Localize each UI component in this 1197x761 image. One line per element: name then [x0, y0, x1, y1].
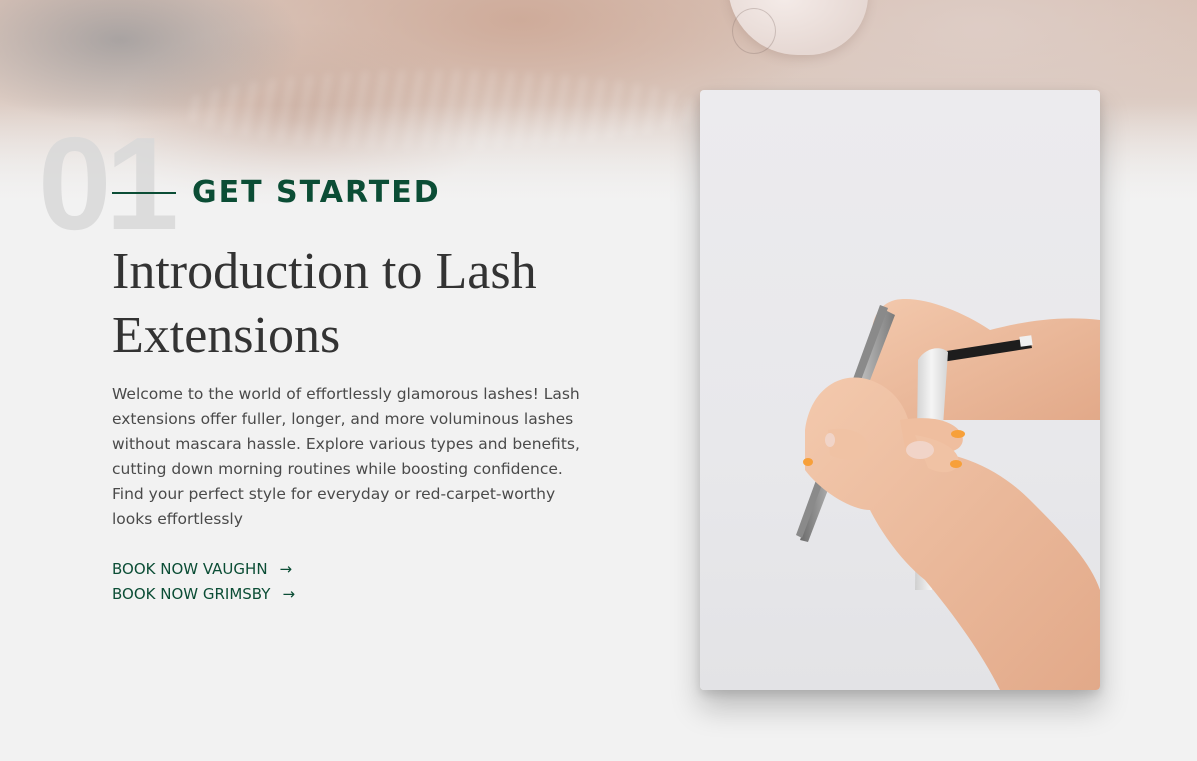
eyebrow: GET STARTED [112, 178, 441, 208]
intro-paragraph: Welcome to the world of effortlessly gla… [112, 385, 580, 528]
cta-list: BOOK NOW VAUGHN → BOOK NOW GRIMSBY → [112, 556, 295, 606]
hands-with-tweezers-illustration [796, 299, 1100, 690]
arrow-right-icon: → [282, 584, 296, 603]
page-title: Introduction to Lash Extensions [112, 243, 537, 364]
under-eye-pad-edge [732, 8, 776, 54]
eyebrow-text: GET STARTED [192, 175, 441, 210]
book-now-grimsby-link[interactable]: BOOK NOW GRIMSBY → [112, 581, 295, 606]
eyebrow-line [112, 192, 176, 194]
lash-tools-photo [700, 90, 1100, 690]
arrow-right-icon: → [279, 559, 293, 578]
book-now-grimsby-label: BOOK NOW GRIMSBY [112, 584, 271, 603]
book-now-vaughn-label: BOOK NOW VAUGHN [112, 559, 268, 578]
book-now-vaughn-link[interactable]: BOOK NOW VAUGHN → [112, 556, 295, 581]
